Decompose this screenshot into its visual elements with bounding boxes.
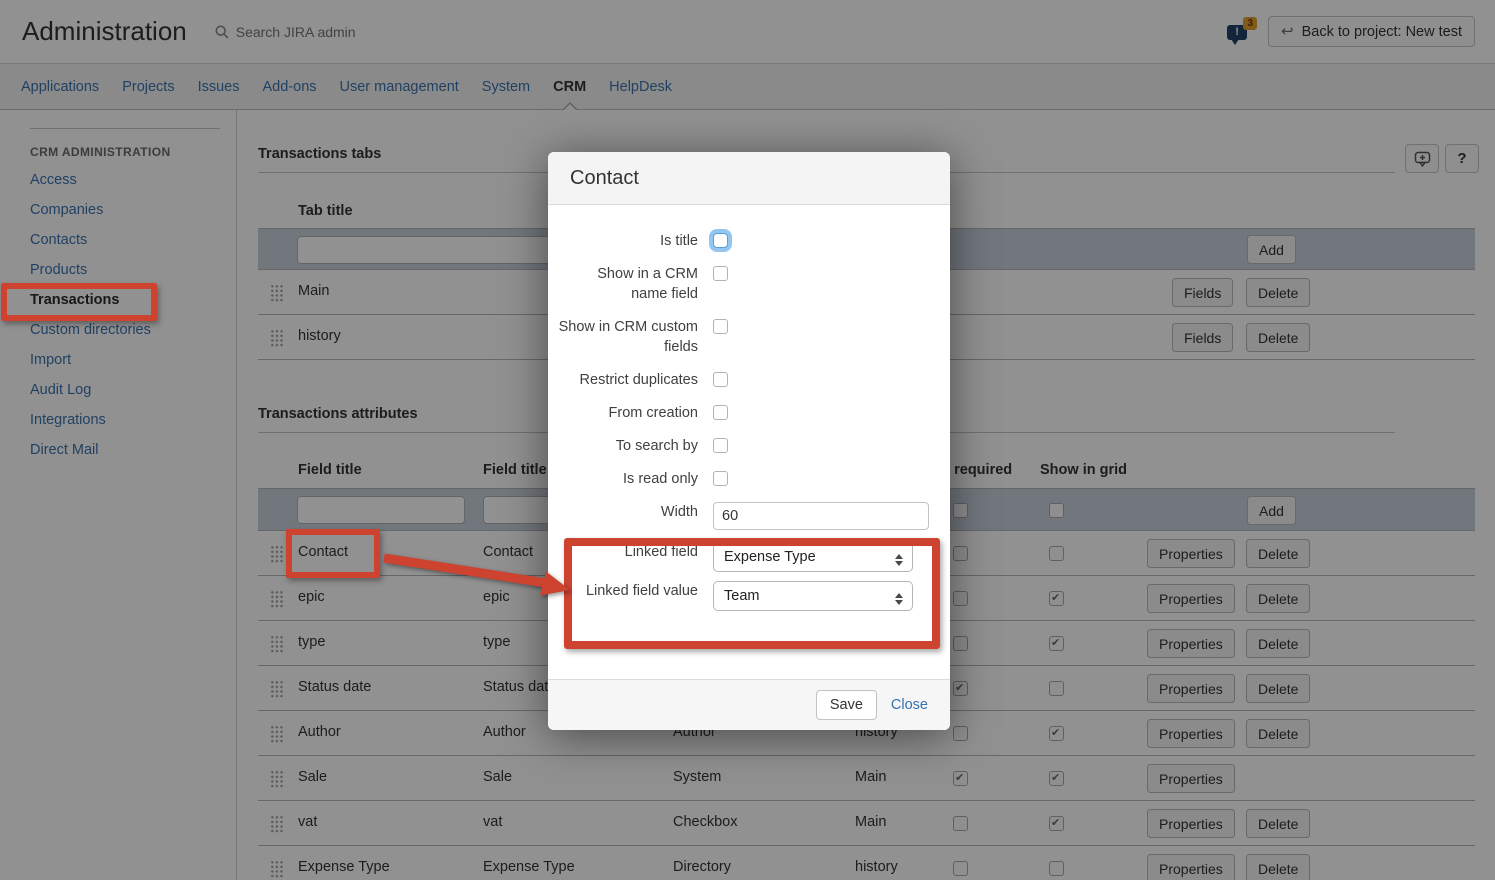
dialog-title: Contact [570,167,639,190]
jira-admin-page: Administration ! 3 ↩ Back to project: Ne… [0,0,1495,880]
show-in-crm-custom-fields-checkbox[interactable] [713,319,728,334]
dialog-field-row-width: Width [548,502,950,530]
field-label-is-title: Is title [558,231,698,251]
is-read-only-checkbox[interactable] [713,471,728,486]
dialog-field-row-show-in-crm-custom-fields: Show in CRM custom fields [548,317,950,357]
show-in-a-crm-name-field-checkbox[interactable] [713,266,728,281]
dialog-field-row-restrict-duplicates: Restrict duplicates [548,370,950,390]
close-link[interactable]: Close [891,697,928,713]
field-label-to-search-by: To search by [558,436,698,456]
field-label-show-in-crm-custom-fields: Show in CRM custom fields [558,317,698,357]
dialog-footer: Save Close [548,679,950,730]
dialog-field-row-to-search-by: To search by [548,436,950,456]
dialog-field-row-is-title: Is title [548,231,950,251]
dialog-field-row-show-in-a-crm-name-field: Show in a CRM name field [548,264,950,304]
field-label-from-creation: From creation [558,403,698,423]
annotation-arrow [378,546,578,600]
is-title-checkbox[interactable] [713,233,728,248]
annotation-box-linked-field-group [564,538,940,649]
dialog-field-row-from-creation: From creation [548,403,950,423]
annotation-box-transactions [1,283,157,321]
field-label-restrict-duplicates: Restrict duplicates [558,370,698,390]
from-creation-checkbox[interactable] [713,405,728,420]
field-label-width: Width [558,502,698,522]
dialog-field-row-is-read-only: Is read only [548,469,950,489]
width-input[interactable] [713,502,929,530]
dialog-header: Contact [548,152,950,205]
annotation-box-contact-row [286,529,380,578]
save-button[interactable]: Save [816,690,877,720]
restrict-duplicates-checkbox[interactable] [713,372,728,387]
field-label-is-read-only: Is read only [558,469,698,489]
to-search-by-checkbox[interactable] [713,438,728,453]
field-label-show-in-a-crm-name-field: Show in a CRM name field [558,264,698,304]
